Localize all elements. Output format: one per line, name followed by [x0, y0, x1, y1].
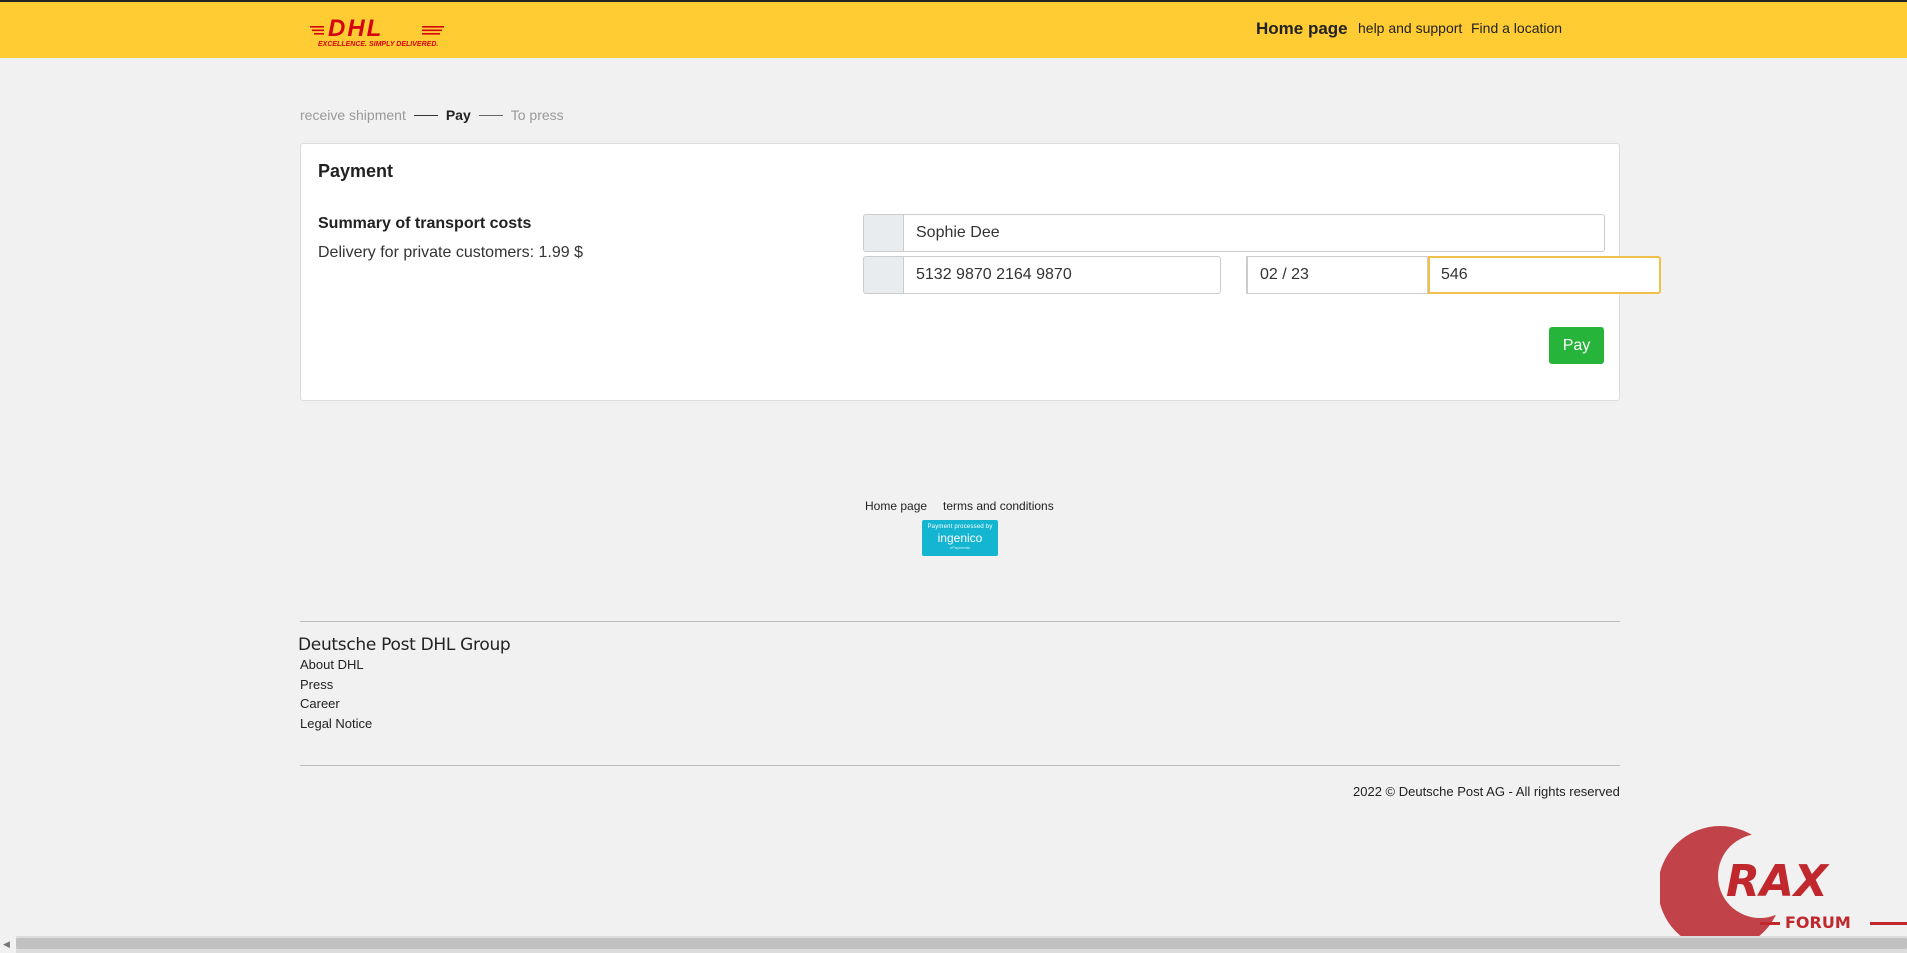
- svg-text:EXCELLENCE. SIMPLY DELIVERED.: EXCELLENCE. SIMPLY DELIVERED.: [318, 41, 438, 48]
- pay-button[interactable]: Pay: [1549, 327, 1604, 364]
- group-title: Deutsche Post DHL Group: [298, 635, 511, 655]
- ingenico-sub-text: ePayments: [949, 545, 970, 550]
- card-number-group: [863, 256, 1221, 294]
- footer-divider: [300, 765, 1620, 766]
- step-divider: [413, 114, 438, 116]
- nav-help-and-support[interactable]: help and support: [1358, 20, 1462, 36]
- header-bar: DHL EXCELLENCE. SIMPLY DELIVERED. Home p…: [0, 0, 1907, 58]
- checkout-steps: receive shipment Pay To press: [300, 107, 564, 123]
- ingenico-logo-text: ingenico: [937, 531, 983, 545]
- nav-find-a-location[interactable]: Find a location: [1471, 20, 1562, 36]
- credit-card-icon: [863, 256, 903, 294]
- step-to-press: To press: [510, 107, 564, 123]
- step-receive-shipment: receive shipment: [300, 107, 406, 123]
- cardholder-name-input[interactable]: [903, 214, 1605, 252]
- link-career[interactable]: Career: [300, 696, 340, 711]
- link-legal-notice[interactable]: Legal Notice: [300, 716, 372, 731]
- scroll-left-icon[interactable]: ◀: [3, 939, 10, 950]
- card-number-input[interactable]: [903, 256, 1221, 294]
- footer-link-terms[interactable]: terms and conditions: [943, 499, 1054, 513]
- svg-text:FORUM: FORUM: [1785, 913, 1851, 932]
- delivery-cost: Delivery for private customers: 1.99 $: [318, 244, 583, 261]
- cvv-input[interactable]: [1428, 256, 1661, 294]
- user-icon: [863, 214, 903, 252]
- ingenico-badge: Payment processed by ingenico ePayments: [922, 520, 998, 556]
- copyright-text: 2022 © Deutsche Post AG - All rights res…: [1353, 784, 1620, 799]
- svg-text:RAX: RAX: [1726, 856, 1830, 907]
- nav-home-page[interactable]: Home page: [1256, 19, 1348, 39]
- payment-title: Payment: [318, 161, 394, 181]
- step-pay: Pay: [445, 107, 471, 123]
- expiry-group: [1246, 256, 1480, 294]
- cvv-group: [1427, 256, 1661, 294]
- scrollbar-thumb[interactable]: [16, 938, 1907, 949]
- ingenico-top-text: Payment processed by: [927, 524, 993, 530]
- footer-link-home-page[interactable]: Home page: [865, 499, 927, 513]
- cardholder-group: [863, 214, 1605, 252]
- link-about-dhl[interactable]: About DHL: [300, 657, 364, 672]
- footer-divider: [300, 621, 1620, 622]
- payment-card: Payment Summary of transport costs Deliv…: [300, 143, 1661, 401]
- svg-text:DHL: DHL: [328, 15, 383, 42]
- horizontal-scrollbar[interactable]: ◀: [0, 936, 1907, 953]
- crax-forum-watermark: RAX FORUM: [1660, 818, 1907, 950]
- summary-title: Summary of transport costs: [318, 215, 532, 232]
- step-divider: [478, 114, 503, 116]
- link-press[interactable]: Press: [300, 677, 333, 692]
- dhl-logo[interactable]: DHL EXCELLENCE. SIMPLY DELIVERED.: [310, 14, 445, 50]
